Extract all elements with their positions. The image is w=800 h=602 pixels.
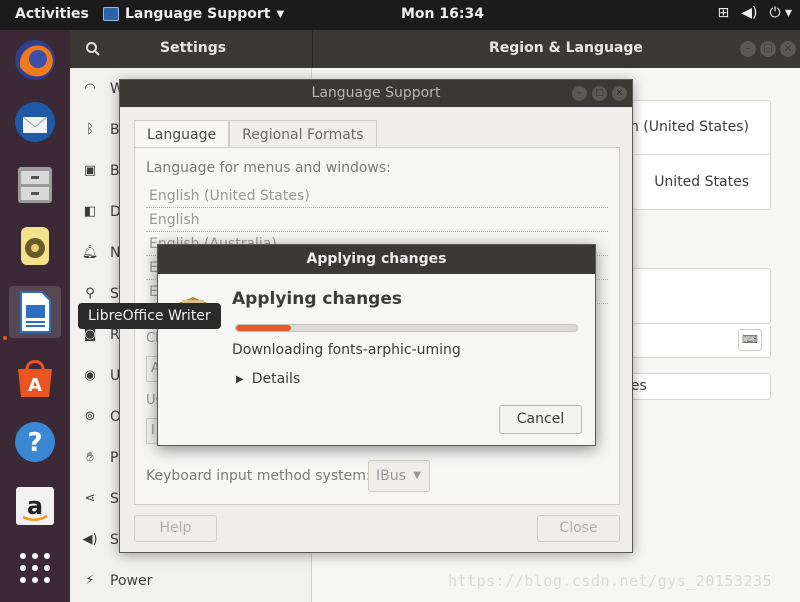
network-icon[interactable]: ⊞ — [717, 5, 729, 21]
language-list-label: Language for menus and windows: — [146, 160, 391, 176]
activities-button[interactable]: Activities — [15, 6, 89, 22]
app-menu-label: Language Support — [125, 6, 271, 22]
keyboard-input-select[interactable]: IBus ▼ — [368, 460, 430, 492]
dock-tooltip: LibreOffice Writer — [78, 303, 221, 329]
applying-changes-titlebar: Applying changes — [158, 245, 595, 274]
minimize-icon[interactable]: – — [572, 86, 587, 101]
files-icon — [18, 167, 52, 203]
libreoffice-writer-icon — [20, 291, 51, 333]
system-tray[interactable]: ⊞ ◀) ⏻ ▾ — [717, 5, 792, 21]
privacy-icon: ✋︎ — [86, 450, 94, 465]
progress-bar — [235, 324, 578, 332]
language-support-title: Language Support — [311, 85, 441, 101]
sound-icon: ◀) — [82, 532, 98, 547]
running-indicator — [3, 336, 7, 340]
dock: A ? a — [0, 30, 70, 602]
sidebar-item-label: S — [110, 285, 119, 302]
sharing-icon: ⋖ — [84, 491, 96, 506]
rhythmbox-icon — [21, 227, 49, 265]
details-label: Details — [251, 371, 301, 387]
language-support-titlebar: Language Support — [120, 80, 632, 107]
dock-rhythmbox[interactable] — [9, 220, 61, 272]
power-icon: ⚡︎ — [85, 573, 95, 588]
volume-icon[interactable]: ◀) — [741, 5, 757, 21]
dialog-title: Applying changes — [306, 251, 447, 267]
dock-thunderbird[interactable] — [9, 96, 61, 148]
header-divider — [312, 30, 313, 68]
show-apps-icon — [20, 553, 50, 583]
close-button[interactable]: Close — [537, 515, 620, 542]
watermark: https://blog.csdn.net/gys_20153235 — [448, 572, 773, 590]
search-icon: ⚲ — [85, 286, 95, 301]
amazon-icon: a — [16, 487, 54, 525]
power-icon[interactable]: ⏻ ▾ — [769, 5, 792, 21]
chevron-down-icon: ▼ — [276, 8, 285, 20]
settings-headerbar: Settings Region & Language – □ × — [70, 30, 800, 68]
applying-title: Applying changes — [232, 289, 402, 309]
search-icon[interactable] — [78, 34, 108, 64]
keyboard-input-value: IBus — [376, 468, 406, 484]
dock-firefox[interactable] — [9, 34, 61, 86]
details-expander[interactable]: ▶ Details — [236, 371, 300, 387]
minimize-icon[interactable]: – — [740, 41, 756, 57]
tab-regional-formats[interactable]: Regional Formats — [229, 120, 377, 148]
thunderbird-icon — [15, 102, 55, 142]
language-tabs: Language Regional Formats — [134, 120, 377, 148]
tab-language[interactable]: Language — [134, 120, 230, 148]
firefox-icon — [15, 40, 55, 80]
language-support-icon — [103, 7, 119, 21]
dock-libreoffice-writer[interactable] — [9, 286, 61, 338]
app-menu[interactable]: Language Support ▼ — [103, 6, 284, 22]
universal-access-icon: ◉ — [84, 368, 96, 383]
dock-show-apps[interactable] — [9, 542, 61, 594]
expander-arrow-icon: ▶ — [236, 373, 244, 385]
cancel-button[interactable]: Cancel — [499, 405, 582, 434]
svg-text:A: A — [28, 375, 42, 396]
keyboard-input-label: Keyboard input method system: — [146, 468, 371, 484]
close-icon[interactable]: × — [612, 86, 627, 101]
dock-help[interactable]: ? — [9, 416, 61, 468]
help-icon: ? — [15, 422, 55, 462]
keyboard-icon[interactable]: ⌨ — [738, 329, 762, 351]
dock-files[interactable] — [9, 158, 61, 210]
sidebar-item-label: S — [110, 490, 119, 507]
maximize-icon[interactable]: □ — [760, 41, 776, 57]
settings-title: Settings — [160, 40, 227, 56]
svg-text:?: ? — [27, 428, 42, 458]
dock-software-center[interactable]: A — [9, 352, 61, 404]
list-item[interactable]: English — [146, 208, 608, 232]
region-icon: ◙ — [83, 327, 97, 342]
wifi-icon: ◠ — [84, 81, 96, 96]
sidebar-item-label: Power — [110, 572, 153, 589]
status-text: Downloading fonts-arphic-uming — [232, 342, 461, 358]
notifications-icon: 🔔︎ — [81, 245, 99, 260]
bluetooth-icon: ᛒ — [86, 122, 94, 137]
sidebar-item-label: P — [110, 449, 119, 466]
dock-icon: ◧ — [83, 204, 97, 219]
close-icon[interactable]: × — [780, 41, 796, 57]
applying-changes-dialog: Applying changes Applying changes Downlo… — [157, 244, 596, 446]
software-center-icon: A — [18, 360, 52, 397]
page-title: Region & Language — [489, 40, 643, 56]
top-bar: Activities Language Support ▼ Mon 16:34 … — [0, 0, 800, 30]
dock-amazon[interactable]: a — [9, 480, 61, 532]
chevron-down-icon: ▼ — [413, 470, 421, 481]
help-button[interactable]: Help — [134, 515, 217, 542]
online-accounts-icon: ⊚ — [84, 409, 96, 424]
svg-text:a: a — [27, 492, 43, 520]
list-item[interactable]: English (United States) — [146, 184, 608, 208]
maximize-icon[interactable]: □ — [592, 86, 607, 101]
sidebar-item-power[interactable]: ⚡︎ Power — [70, 560, 312, 601]
progress-fill — [236, 325, 291, 331]
sidebar-item-label: S — [110, 531, 119, 548]
clock[interactable]: Mon 16:34 — [401, 6, 484, 22]
background-icon: ▣ — [83, 163, 97, 178]
